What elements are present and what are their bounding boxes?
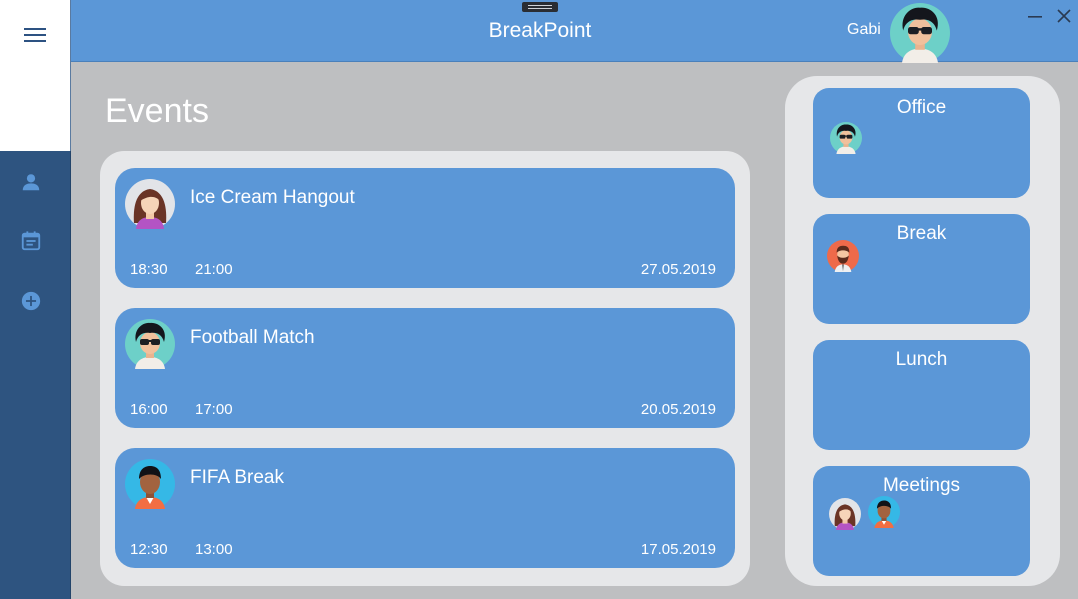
minimize-icon[interactable]	[1025, 6, 1045, 26]
title-bar: BreakPoint Gabi	[71, 0, 1078, 62]
sidebar	[0, 151, 71, 599]
member-avatar	[830, 122, 862, 154]
drag-handle[interactable]	[522, 2, 558, 12]
event-title: FIFA Break	[190, 467, 284, 488]
event-end-time: 13:00	[195, 541, 233, 558]
add-circle-icon[interactable]	[20, 290, 42, 312]
events-list: Ice Cream Hangout 18:30 21:00 27.05.2019…	[100, 151, 750, 586]
event-end-time: 17:00	[195, 401, 233, 418]
room-name: Lunch	[895, 349, 948, 370]
calendar-icon[interactable]	[20, 230, 42, 252]
event-avatar	[125, 179, 175, 229]
event-title: Football Match	[190, 327, 315, 348]
menu-icon[interactable]	[24, 28, 46, 44]
room-name: Meetings	[882, 475, 961, 496]
sidebar-top	[0, 0, 71, 151]
member-avatar	[868, 496, 900, 528]
room-card-office[interactable]: Office	[813, 88, 1030, 198]
event-card[interactable]: Football Match 16:00 17:00 20.05.2019	[115, 308, 735, 428]
event-card[interactable]: Ice Cream Hangout 18:30 21:00 27.05.2019	[115, 168, 735, 288]
member-avatar	[827, 240, 859, 272]
room-card-lunch[interactable]: Lunch	[813, 340, 1030, 450]
member-avatar	[829, 498, 861, 530]
event-title: Ice Cream Hangout	[190, 187, 355, 208]
room-card-break[interactable]: Break	[813, 214, 1030, 324]
event-avatar	[125, 459, 175, 509]
event-start-time: 12:30	[130, 541, 168, 558]
event-date: 17.05.2019	[640, 541, 716, 558]
event-start-time: 16:00	[130, 401, 168, 418]
room-card-meetings[interactable]: Meetings	[813, 466, 1030, 576]
event-start-time: 18:30	[130, 261, 168, 278]
page-title: Events	[105, 92, 209, 130]
rooms-panel: Office Break Lunch Meetings	[785, 76, 1060, 586]
room-name: Office	[896, 97, 947, 118]
person-icon[interactable]	[20, 171, 42, 193]
event-end-time: 21:00	[195, 261, 233, 278]
event-date: 20.05.2019	[640, 401, 716, 418]
event-card[interactable]: FIFA Break 12:30 13:00 17.05.2019	[115, 448, 735, 568]
user-avatar[interactable]	[890, 3, 950, 63]
user-name: Gabi	[847, 21, 881, 38]
event-avatar	[125, 319, 175, 369]
close-icon[interactable]	[1054, 6, 1074, 26]
event-date: 27.05.2019	[640, 261, 716, 278]
